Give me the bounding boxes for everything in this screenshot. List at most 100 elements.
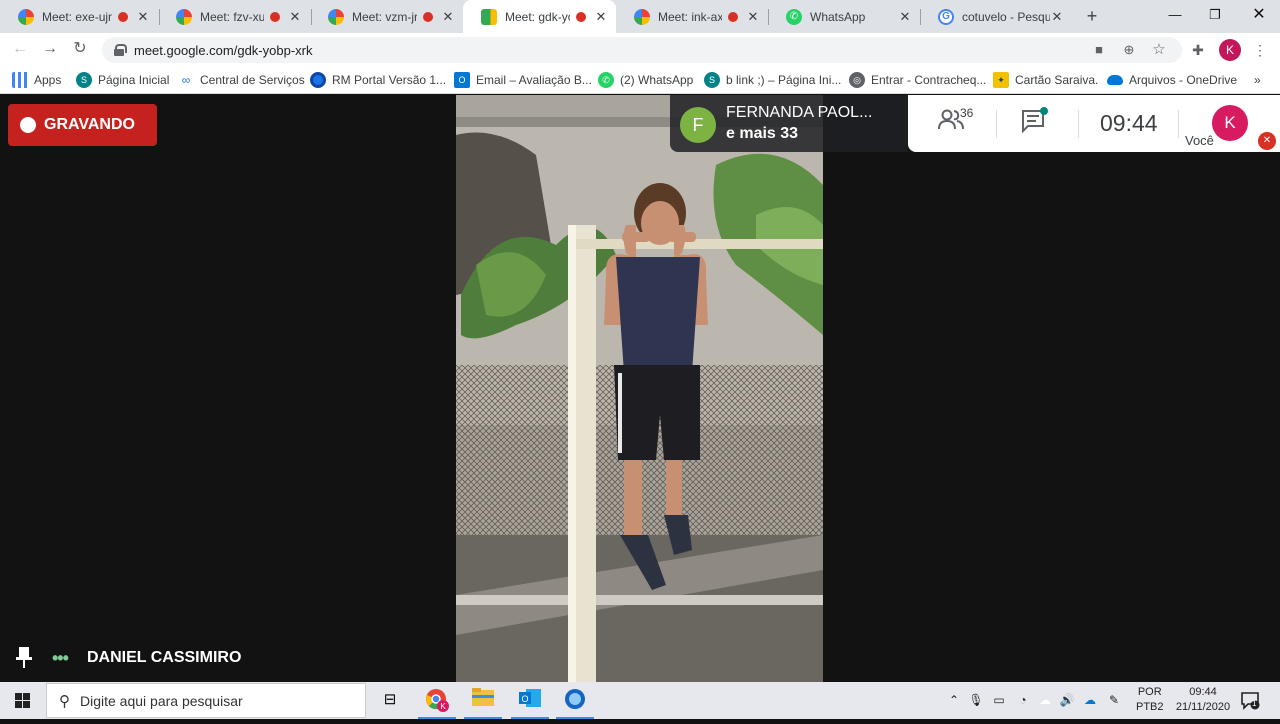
tab-meet-gdk[interactable]: Meet: gdk-yobp ✕ (463, 0, 616, 33)
recording-dot-icon (576, 11, 586, 22)
chat-button[interactable] (1018, 107, 1050, 139)
bookmark-label: RM Portal Versão 1... (332, 73, 447, 87)
bookmark-label: Cartão Saraiva. (1015, 73, 1099, 87)
url-text: meet.google.com/gdk-yobp-xrk (134, 42, 313, 58)
tab-meet-ink[interactable]: Meet: ink-axtk ✕ (616, 0, 768, 33)
onedrive-icon (1107, 75, 1123, 85)
bookmark-b-link[interactable]: S b link ;) – Página Ini... (704, 71, 841, 89)
whatsapp-icon: ✆ (786, 8, 802, 25)
rm-portal-taskbar-icon[interactable] (562, 687, 588, 713)
bookmark-pagina-inicial[interactable]: S Página Inicial (76, 71, 169, 89)
record-icon (20, 117, 36, 133)
battery-icon[interactable]: ▭ (991, 692, 1007, 708)
active-speaker-card[interactable]: F FERNANDA PAOL... e mais 33 (670, 95, 908, 152)
cloud-icon[interactable]: ☁ (1037, 692, 1053, 708)
bookmark-label: Entrar - Contracheq... (871, 73, 987, 87)
recording-dot-icon (728, 11, 738, 22)
whatsapp-icon: ✆ (598, 72, 614, 88)
svg-text:O: O (521, 694, 528, 704)
volume-icon[interactable]: 🔊 (1059, 692, 1075, 708)
menu-kebab-icon[interactable]: ⋮ (1250, 40, 1270, 60)
close-tab-icon[interactable]: ✕ (898, 9, 912, 25)
close-tab-icon[interactable]: ✕ (441, 9, 455, 25)
recording-label: GRAVANDO (44, 116, 135, 133)
task-view-icon[interactable]: ⊟ (377, 687, 403, 713)
keyboard-layout: PTB2 (1136, 701, 1164, 713)
bookmark-star-icon[interactable]: ☆ (1150, 41, 1168, 59)
meet-icon (634, 8, 650, 25)
start-button[interactable] (0, 682, 46, 719)
bookmark-label: Arquivos - OneDrive (1129, 73, 1238, 87)
mic-off-icon: ✕ (1258, 132, 1276, 150)
self-avatar[interactable]: K (1212, 105, 1248, 141)
bookmark-cartao-saraiva[interactable]: ✦ Cartão Saraiva. (993, 71, 1098, 89)
close-tab-icon[interactable]: ✕ (288, 9, 302, 25)
bank-icon: ✦ (993, 72, 1009, 88)
file-explorer-icon[interactable] (470, 687, 496, 713)
close-tab-icon[interactable]: ✕ (136, 9, 150, 25)
wifi-icon[interactable]: ◔ (1015, 692, 1031, 708)
divider (1178, 110, 1179, 138)
back-icon[interactable]: ← (10, 39, 30, 59)
meet-icon (18, 8, 34, 25)
input-language[interactable]: POR PTB2 (1136, 685, 1164, 715)
pushpin-icon (16, 647, 32, 668)
outlook-icon: O (454, 72, 470, 88)
bookmark-contracheque[interactable]: ◎ Entrar - Contracheq... (849, 71, 986, 89)
close-tab-icon[interactable]: ✕ (1050, 9, 1064, 25)
outlook-taskbar-icon[interactable]: O (517, 687, 543, 713)
recording-badge[interactable]: GRAVANDO (8, 104, 157, 146)
meeting-info-panel: 36 09:44 K Você ✕ (908, 95, 1280, 152)
bookmark-label: Central de Serviços (200, 73, 305, 87)
bookmark-rm-portal[interactable]: RM Portal Versão 1... (310, 71, 446, 89)
microphone-icon[interactable]: 🎙 (968, 692, 984, 708)
tray-overflow-icon[interactable]: ⌃ (946, 692, 962, 708)
new-tab-button[interactable]: + (1082, 6, 1102, 26)
bookmark-central-servicos[interactable]: ∞ Central de Serviços (178, 71, 305, 89)
bookmark-email[interactable]: O Email – Avaliação B... (454, 71, 592, 89)
tab-meet-vzm[interactable]: Meet: vzm-jrfb ✕ (310, 0, 463, 33)
clock-time: 09:44 (1189, 686, 1217, 698)
tab-meet-fzv[interactable]: Meet: fzv-xukz ✕ (158, 0, 310, 33)
system-clock[interactable]: 09:44 21/11/2020 (1172, 685, 1234, 715)
forward-icon[interactable]: → (40, 39, 60, 59)
reload-icon[interactable]: ↻ (70, 39, 90, 59)
extensions-icon[interactable]: ✚ (1188, 40, 1208, 60)
zoom-icon[interactable]: ⊕ (1120, 41, 1138, 59)
pin-icon[interactable] (14, 646, 34, 670)
notifications-button[interactable]: 1 (1240, 690, 1260, 710)
more-bookmarks-icon[interactable]: » (1254, 71, 1261, 89)
camera-icon[interactable]: ■ (1090, 41, 1108, 59)
participants-count: 36 (960, 106, 974, 120)
meet-stage: GRAVANDO F FERNANDA PAOL... e mais 33 36… (0, 95, 1280, 682)
close-window-icon[interactable]: ✕ (1236, 0, 1280, 33)
recording-dot-icon (118, 11, 128, 22)
close-tab-icon[interactable]: ✕ (746, 9, 760, 25)
link-icon: ∞ (181, 73, 191, 87)
close-tab-icon[interactable]: ✕ (594, 9, 608, 25)
tab-whatsapp[interactable]: ✆ WhatsApp ✕ (768, 0, 920, 33)
restore-icon[interactable]: ❐ (1192, 0, 1238, 33)
meet-icon (176, 8, 192, 25)
chrome-taskbar-icon[interactable]: K (424, 687, 450, 713)
search-icon: ⚲ (59, 692, 70, 710)
tab-meet-exe[interactable]: Meet: exe-ujm ✕ (0, 0, 158, 33)
globe-icon (310, 72, 326, 88)
bookmark-onedrive[interactable]: Arquivos - OneDrive (1107, 71, 1237, 89)
pen-icon[interactable]: ✎ (1106, 692, 1122, 708)
tab-title: Meet: gdk-yobp (505, 9, 570, 24)
taskbar-search[interactable]: ⚲ Digite aqui para pesquisar (46, 683, 366, 718)
tab-google-search[interactable]: G cotuvelo - Pesquisa ✕ (920, 0, 1072, 33)
bookmark-whatsapp[interactable]: ✆ (2) WhatsApp (598, 71, 693, 89)
bookmark-label: (2) WhatsApp (620, 73, 694, 87)
sharepoint-icon: S (704, 72, 720, 88)
pinned-participant-name: DANIEL CASSIMIRO (87, 649, 242, 666)
windows-taskbar: ⚲ Digite aqui para pesquisar ⊟ K O ⌃ 🎙 ▭… (0, 682, 1280, 719)
lock-icon (114, 44, 127, 56)
onedrive-tray-icon[interactable]: ☁ (1082, 692, 1098, 708)
meet-icon (481, 8, 497, 25)
profile-avatar[interactable]: K (1219, 39, 1241, 61)
clock-date: 21/11/2020 (1175, 701, 1231, 713)
bookmark-apps[interactable]: Apps (12, 71, 61, 89)
address-bar[interactable]: meet.google.com/gdk-yobp-xrk ■ ⊕ ☆ (102, 37, 1182, 63)
